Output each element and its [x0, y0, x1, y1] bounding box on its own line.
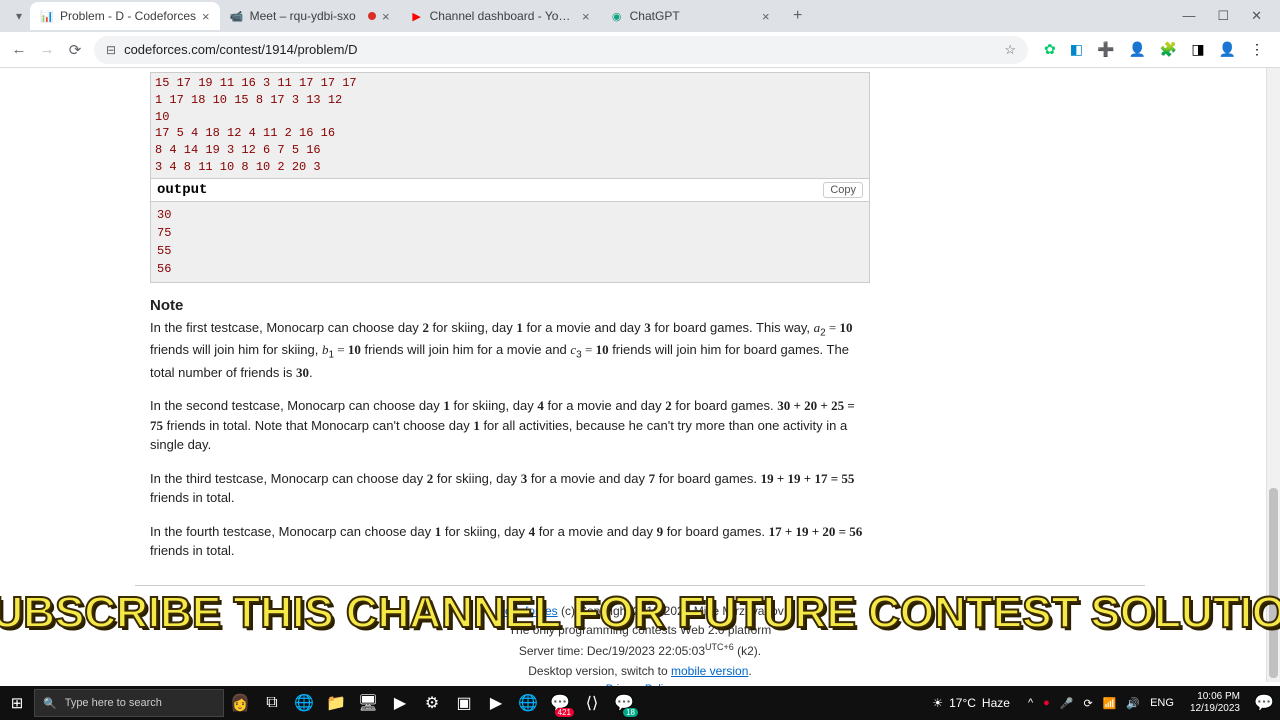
note-heading: Note: [150, 297, 1130, 314]
note-para-3: In the third testcase, Monocarp can choo…: [150, 469, 870, 508]
updates-icon[interactable]: ⟳: [1083, 697, 1092, 710]
window-controls: — ☐ ✕: [1182, 8, 1280, 24]
ide-icon[interactable]: ▣: [448, 687, 480, 719]
record-icon: [368, 12, 376, 20]
output-header: output Copy: [150, 179, 870, 202]
obs-icon[interactable]: ⚙: [416, 687, 448, 719]
rec-tray-icon[interactable]: ●: [1043, 697, 1050, 709]
yt-icon[interactable]: ▶: [384, 687, 416, 719]
tab-title: Meet – rqu-ydbi-sxo: [250, 9, 362, 23]
address-bar[interactable]: ⊟ codeforces.com/contest/1914/problem/D …: [94, 36, 1028, 64]
favicon-meet: 📹: [230, 9, 244, 23]
vscode-icon[interactable]: ⟨⟩: [576, 687, 608, 719]
volume-icon[interactable]: 🔊: [1126, 697, 1140, 710]
system-tray[interactable]: ^ ● 🎤 ⟳ 📶 🔊 ENG: [1020, 697, 1182, 710]
mobile-link[interactable]: mobile version: [671, 664, 748, 678]
close-icon[interactable]: ×: [202, 9, 210, 24]
clock[interactable]: 10:06 PM 12/19/2023: [1182, 691, 1248, 715]
close-icon[interactable]: ×: [382, 9, 390, 24]
explorer-icon[interactable]: 📁: [320, 687, 352, 719]
ext-icon[interactable]: ➕: [1097, 41, 1114, 58]
chrome2-icon[interactable]: 🌐: [512, 687, 544, 719]
taskview-icon[interactable]: ⧉: [256, 687, 288, 719]
weather-widget[interactable]: ☀ 17°C Haze: [922, 696, 1020, 710]
scroll-thumb[interactable]: [1269, 488, 1278, 678]
notifications-icon[interactable]: 💬: [1248, 687, 1280, 719]
separator: [135, 585, 1145, 586]
favicon-gpt: ◉: [610, 9, 624, 23]
profile-icon[interactable]: 👤: [1219, 41, 1236, 58]
maximize-button[interactable]: ☐: [1217, 8, 1229, 24]
copy-button[interactable]: Copy: [823, 182, 863, 198]
start-button[interactable]: ⊞: [0, 686, 34, 720]
new-tab-button[interactable]: +: [786, 4, 810, 28]
wifi-icon[interactable]: 📶: [1103, 697, 1117, 710]
output-label: output: [157, 182, 207, 198]
weather-icon: ☀: [932, 696, 943, 710]
note-para-4: In the fourth testcase, Monocarp can cho…: [150, 522, 870, 561]
favicon-cf: 📊: [40, 9, 54, 23]
chrome-icon[interactable]: 🌐: [288, 687, 320, 719]
close-icon[interactable]: ×: [762, 9, 770, 24]
extensions-icon[interactable]: 🧩: [1160, 41, 1177, 58]
close-window-button[interactable]: ✕: [1251, 8, 1262, 24]
close-icon[interactable]: ×: [582, 9, 590, 24]
ext-icon[interactable]: ✿: [1044, 41, 1056, 58]
taskbar: ⊞ 🔍 Type here to search 👩 ⧉ 🌐 📁 🖥 ▶ ⚙ ▣ …: [0, 686, 1280, 720]
menu-icon[interactable]: ⋮: [1250, 41, 1264, 58]
cortana-icon[interactable]: 👩: [224, 687, 256, 719]
note-para-2: In the second testcase, Monocarp can cho…: [150, 396, 870, 455]
tab-title: ChatGPT: [630, 9, 756, 23]
whatsapp-icon[interactable]: 💬18: [608, 687, 640, 719]
tab-title: Problem - D - Codeforces: [60, 9, 196, 23]
lang-indicator[interactable]: ENG: [1150, 697, 1174, 709]
mic-icon[interactable]: 🎤: [1060, 697, 1074, 710]
tab-codeforces[interactable]: 📊 Problem - D - Codeforces ×: [30, 2, 220, 30]
note-para-1: In the first testcase, Monocarp can choo…: [150, 318, 870, 383]
browser-toolbar: ← → ⟳ ⊟ codeforces.com/contest/1914/prob…: [0, 32, 1280, 68]
back-button[interactable]: ←: [10, 41, 28, 58]
ext-icon[interactable]: ◧: [1070, 41, 1083, 58]
bookmark-icon[interactable]: ☆: [1004, 42, 1016, 58]
skype-icon[interactable]: 💬421: [544, 687, 576, 719]
forward-button[interactable]: →: [38, 41, 56, 58]
subscribe-banner: SUBSCRIBE THIS CHANNEL FOR FUTURE CONTES…: [0, 588, 1280, 638]
url-text: codeforces.com/contest/1914/problem/D: [124, 42, 357, 57]
input-code: 15 17 19 11 16 3 11 17 17 17 1 17 18 10 …: [150, 72, 870, 179]
favicon-yt: ▶: [410, 9, 424, 23]
tab-youtube[interactable]: ▶ Channel dashboard - YouTube ×: [400, 2, 600, 30]
output-code: 30 75 55 56: [150, 202, 870, 283]
winapp-icon[interactable]: 🖥: [352, 687, 384, 719]
filmora-icon[interactable]: ▶: [480, 687, 512, 719]
search-icon: 🔍: [43, 697, 57, 710]
search-placeholder: Type here to search: [65, 697, 162, 709]
tab-strip: ▾ 📊 Problem - D - Codeforces × 📹 Meet – …: [0, 0, 1280, 32]
ext-icon[interactable]: 👤: [1128, 41, 1145, 58]
extensions: ✿ ◧ ➕ 👤 🧩 ◨ 👤 ⋮: [1038, 41, 1270, 58]
tab-title: Channel dashboard - YouTube: [430, 9, 576, 23]
site-info-icon[interactable]: ⊟: [106, 43, 116, 57]
tab-meet[interactable]: 📹 Meet – rqu-ydbi-sxo ×: [220, 2, 400, 30]
taskbar-search[interactable]: 🔍 Type here to search: [34, 689, 224, 717]
reload-button[interactable]: ⟳: [66, 41, 84, 59]
sidepanel-icon[interactable]: ◨: [1191, 41, 1204, 58]
minimize-button[interactable]: —: [1182, 8, 1195, 24]
tabs-dropdown[interactable]: ▾: [8, 9, 30, 23]
tab-chatgpt[interactable]: ◉ ChatGPT ×: [600, 2, 780, 30]
chevron-up-icon[interactable]: ^: [1028, 697, 1033, 709]
